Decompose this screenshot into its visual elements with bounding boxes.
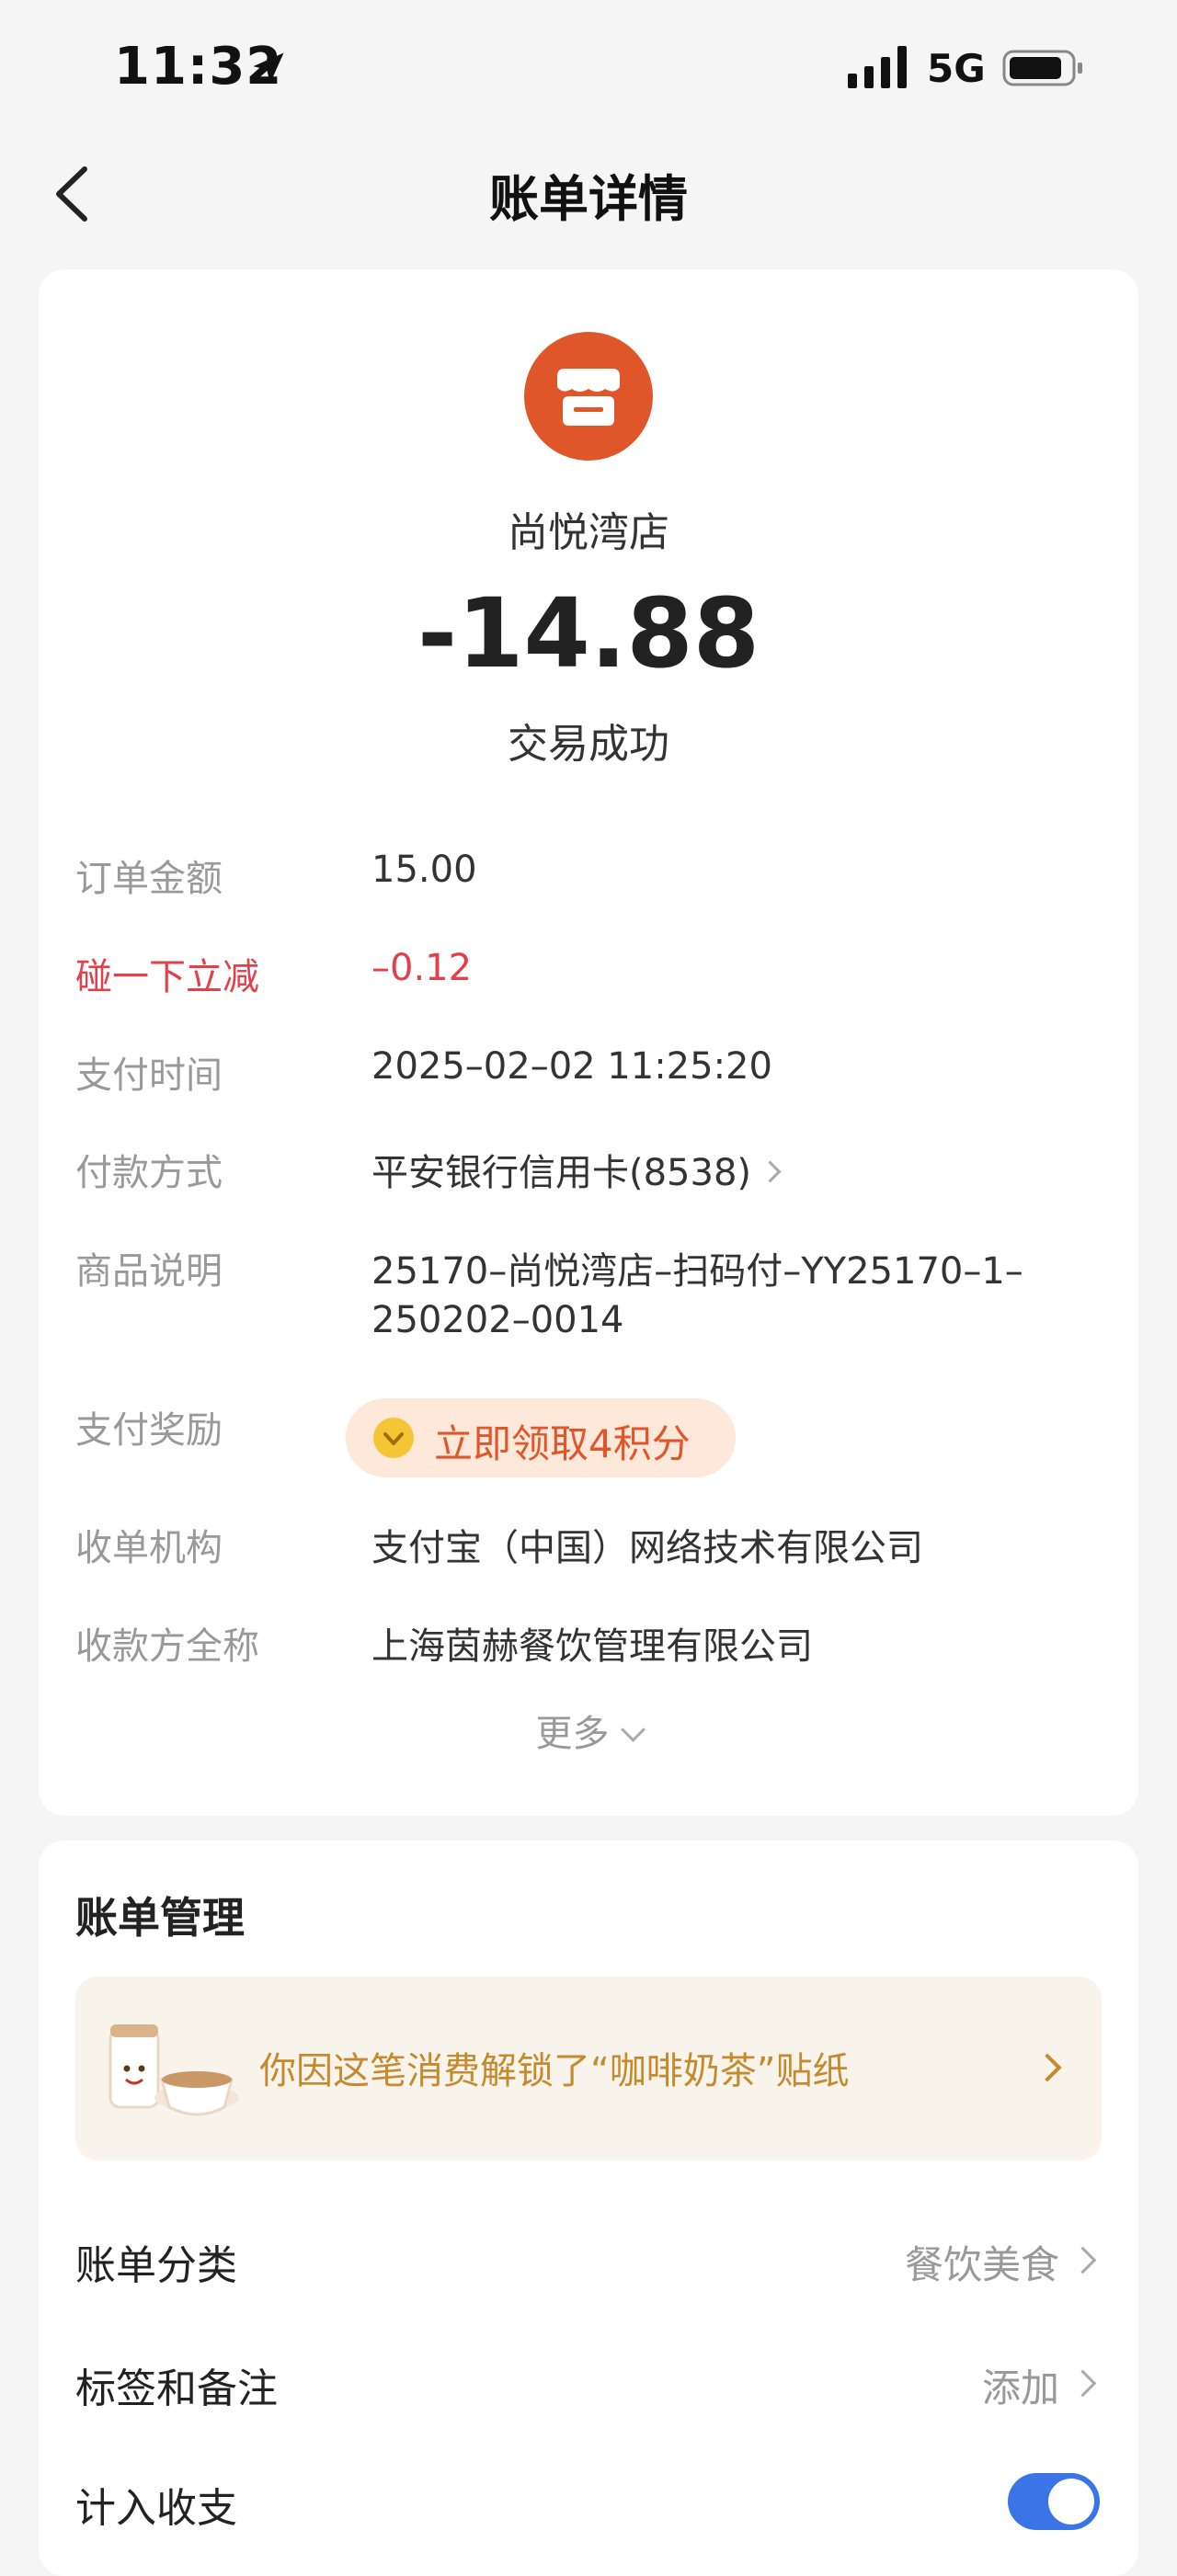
reward-label: 支付奖励 xyxy=(75,1409,223,1452)
pay-method-value: 平安银行信用卡(8538) xyxy=(371,1152,752,1194)
chevron-down-icon xyxy=(620,1717,646,1742)
sticker-unlock-text: 你因这笔消费解锁了“咖啡奶茶”贴纸 xyxy=(259,2050,850,2092)
discount-label: 碰一下立减 xyxy=(75,956,259,998)
payee-value: 上海茵赫餐饮管理有限公司 xyxy=(371,1625,813,1668)
claim-points-label: 立即领取4积分 xyxy=(434,1421,691,1466)
tags-label: 标签和备注 xyxy=(75,2365,278,2412)
chevron-right-icon xyxy=(759,1159,782,1183)
coffee-cup-sticker-icon xyxy=(109,2024,239,2116)
page-title: 账单详情 xyxy=(489,170,688,228)
merchant-name: 尚悦湾店 xyxy=(508,509,669,556)
payee-label: 收款方全称 xyxy=(75,1625,259,1668)
chevron-right-icon xyxy=(1068,2369,1097,2398)
tags-value: 添加 xyxy=(981,2365,1059,2411)
battery-icon xyxy=(1002,50,1082,86)
points-coin-icon xyxy=(373,1418,414,1458)
pay-time-label: 支付时间 xyxy=(75,1054,223,1097)
more-label: 更多 xyxy=(535,1713,610,1755)
pay-method-label: 付款方式 xyxy=(75,1152,223,1194)
description-value-line2: 250202–0014 xyxy=(371,1299,624,1341)
toggle-knob xyxy=(1048,2479,1094,2525)
nav-bar: 账单详情 xyxy=(0,138,1177,248)
include-label: 计入收支 xyxy=(75,2485,237,2532)
order-amount-label: 订单金额 xyxy=(75,858,223,900)
discount-value: –0.12 xyxy=(371,947,473,989)
acquirer-value: 支付宝（中国）网络技术有限公司 xyxy=(371,1527,923,1569)
pay-method-link[interactable]: 平安银行信用卡(8538) xyxy=(371,1143,782,1196)
section-title: 账单管理 xyxy=(75,1893,245,1943)
category-label: 账单分类 xyxy=(75,2242,237,2289)
chevron-right-icon xyxy=(1068,2246,1097,2274)
more-button[interactable]: 更多 xyxy=(39,1704,1138,1757)
status-bar: 11:32 5G xyxy=(0,0,1177,138)
include-toggle[interactable] xyxy=(1008,2473,1100,2530)
transaction-status: 交易成功 xyxy=(508,721,669,768)
claim-points-button[interactable]: 立即领取4积分 xyxy=(346,1398,736,1477)
pay-time-value: 2025–02–02 11:25:20 xyxy=(371,1045,772,1088)
order-amount-value: 15.00 xyxy=(371,849,477,891)
bill-detail-card: 尚悦湾店 -14.88 交易成功 订单金额 15.00 碰一下立减 –0.12 … xyxy=(39,269,1138,1816)
chevron-right-icon xyxy=(1033,2053,1062,2082)
acquirer-label: 收单机构 xyxy=(75,1527,223,1569)
description-value-line1: 25170–尚悦湾店–扫码付–YY25170–1– xyxy=(371,1250,1023,1293)
category-value: 餐饮美食 xyxy=(904,2242,1059,2287)
store-icon xyxy=(524,332,653,461)
signal-strength-icon xyxy=(848,46,907,88)
network-type: 5G xyxy=(927,46,986,91)
transaction-amount: -14.88 xyxy=(417,577,760,690)
description-label: 商品说明 xyxy=(75,1250,223,1293)
bill-management-card: 账单管理 你因这笔消费解锁了“咖啡奶茶”贴纸 账单分类 餐饮美食 标签和备注 添… xyxy=(39,1841,1138,2576)
sticker-unlock-banner[interactable]: 你因这笔消费解锁了“咖啡奶茶”贴纸 xyxy=(75,1977,1102,2160)
location-arrow-icon xyxy=(253,52,284,84)
